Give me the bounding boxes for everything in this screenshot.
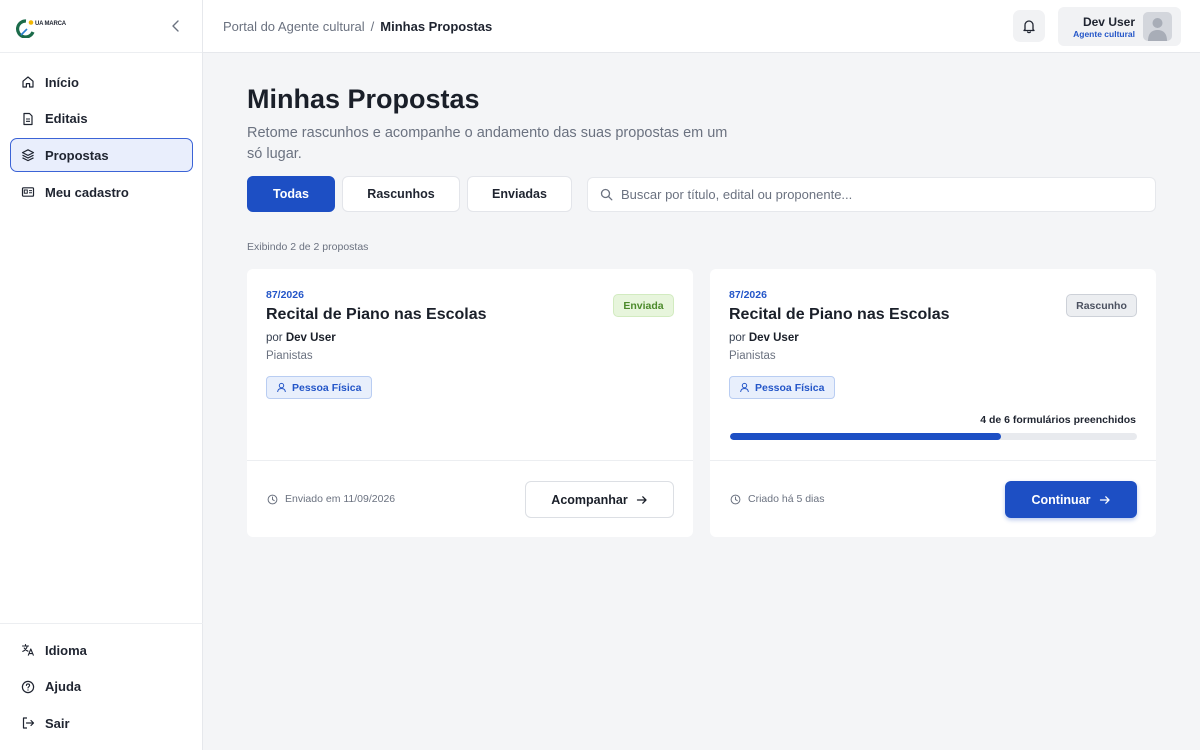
sidebar-item-label: Início <box>45 74 79 90</box>
sidebar-item-label: Propostas <box>45 147 109 163</box>
author-prefix: por <box>729 332 746 344</box>
tab-todas[interactable]: Todas <box>247 176 335 212</box>
proposal-title[interactable]: Recital de Piano nas Escolas <box>266 306 487 324</box>
proposal-author: por Dev User <box>729 332 799 344</box>
acompanhar-button-label: Acompanhar <box>551 492 628 507</box>
author-prefix: por <box>266 332 283 344</box>
sidebar-nav: Início Editais Propostas Meu cadastro <box>10 65 193 212</box>
search-input[interactable] <box>621 187 1141 202</box>
proposal-title[interactable]: Recital de Piano nas Escolas <box>729 306 950 324</box>
sidebar-item-inicio[interactable]: Início <box>10 65 193 99</box>
sidebar-item-label: Meu cadastro <box>45 184 129 200</box>
results-count: Exibindo 2 de 2 propostas <box>247 241 369 253</box>
status-badge: Enviada <box>613 294 674 317</box>
user-icon <box>740 382 749 393</box>
breadcrumb-current: Minhas Propostas <box>380 19 493 34</box>
proposal-date: Enviado em 11/09/2026 <box>267 493 395 505</box>
user-name: Dev User <box>1082 15 1135 29</box>
clock-icon <box>267 494 278 504</box>
document-icon <box>21 112 35 126</box>
brand-logo-text: UA MARCA <box>35 21 66 27</box>
collapse-sidebar-button[interactable] <box>168 18 184 34</box>
user-icon <box>277 382 286 393</box>
page-title: Minhas Propostas <box>247 84 480 114</box>
brand-logo-icon <box>16 19 35 38</box>
page-subtitle: Retome rascunhos e acompanhe o andamento… <box>247 125 728 162</box>
proposal-date-text: Criado há 5 dias <box>748 493 825 505</box>
proposal-code: 87/2026 <box>266 289 304 301</box>
arrow-right-icon <box>1099 495 1110 504</box>
proposal-code: 87/2026 <box>729 289 767 301</box>
proposal-card: 87/2026 Recital de Piano nas Escolas por… <box>710 269 1156 537</box>
breadcrumb-parent-link[interactable]: Portal do Agente cultural <box>223 19 365 34</box>
author-name: Dev User <box>285 332 336 344</box>
continuar-button[interactable]: Continuar <box>1005 481 1137 518</box>
person-type-badge: Pessoa Física <box>266 376 373 399</box>
person-type-label: Pessoa Física <box>292 381 362 394</box>
proposal-date: Criado há 5 dias <box>730 493 824 505</box>
sidebar-item-label: Editais <box>45 111 88 127</box>
progress-bar <box>730 433 1137 440</box>
breadcrumb: Portal do Agente cultural / Minhas Propo… <box>223 19 492 34</box>
card-divider <box>710 460 1156 461</box>
arrow-right-icon <box>636 495 647 504</box>
filter-tabs: Todas Rascunhos Enviadas <box>247 176 579 212</box>
breadcrumb-separator: / <box>370 19 375 34</box>
layers-icon <box>21 148 35 162</box>
card-divider <box>247 460 693 461</box>
help-circle-icon <box>21 680 35 694</box>
sidebar-item-ajuda[interactable]: Ajuda <box>10 670 193 704</box>
person-type-badge: Pessoa Física <box>729 376 836 399</box>
sidebar-header: UA MARCA <box>0 0 202 53</box>
tab-enviadas[interactable]: Enviadas <box>467 176 572 212</box>
translate-icon <box>21 643 35 657</box>
sidebar-item-label: Ajuda <box>45 679 82 695</box>
proposal-author: por Dev User <box>266 332 336 344</box>
tab-rascunhos[interactable]: Rascunhos <box>342 176 460 212</box>
acompanhar-button[interactable]: Acompanhar <box>525 481 674 518</box>
status-badge: Rascunho <box>1066 294 1137 317</box>
brand-logo[interactable]: UA MARCA <box>15 18 66 38</box>
progress-label: 4 de 6 formulários preenchidos <box>980 414 1136 426</box>
notifications-button[interactable] <box>1013 10 1045 42</box>
proposal-card: 87/2026 Recital de Piano nas Escolas por… <box>247 269 693 537</box>
search-box <box>587 177 1156 212</box>
sidebar-item-label: Idioma <box>45 642 87 658</box>
sidebar-item-meu-cadastro[interactable]: Meu cadastro <box>10 175 193 209</box>
user-role: Agente cultural <box>1073 29 1135 39</box>
proposal-date-text: Enviado em 11/09/2026 <box>285 493 396 505</box>
sidebar: UA MARCA Início Editais Propostas Meu ca… <box>0 0 203 750</box>
proposal-category: Pianistas <box>266 350 313 362</box>
bell-icon <box>1023 20 1035 34</box>
sidebar-item-label: Sair <box>45 715 70 731</box>
progress-bar-fill <box>730 433 1002 440</box>
sidebar-bottom-nav: Idioma Ajuda Sair <box>0 623 203 743</box>
continuar-button-label: Continuar <box>1031 492 1091 507</box>
sidebar-item-sair[interactable]: Sair <box>10 706 193 740</box>
sidebar-item-propostas[interactable]: Propostas <box>10 138 193 173</box>
person-type-label: Pessoa Física <box>755 381 825 394</box>
proposal-category: Pianistas <box>729 350 776 362</box>
clock-icon <box>730 494 741 504</box>
user-menu[interactable]: Dev User Agente cultural <box>1058 7 1181 46</box>
id-card-icon <box>21 185 35 199</box>
sidebar-item-idioma[interactable]: Idioma <box>10 633 193 667</box>
search-icon <box>600 188 613 201</box>
top-bar: Portal do Agente cultural / Minhas Propo… <box>203 0 1200 53</box>
avatar <box>1143 12 1172 41</box>
home-icon <box>21 75 35 89</box>
chevron-left-icon <box>172 20 179 32</box>
user-avatar-icon <box>1148 18 1167 41</box>
logout-icon <box>21 716 35 730</box>
author-name: Dev User <box>748 332 799 344</box>
sidebar-item-editais[interactable]: Editais <box>10 102 193 136</box>
